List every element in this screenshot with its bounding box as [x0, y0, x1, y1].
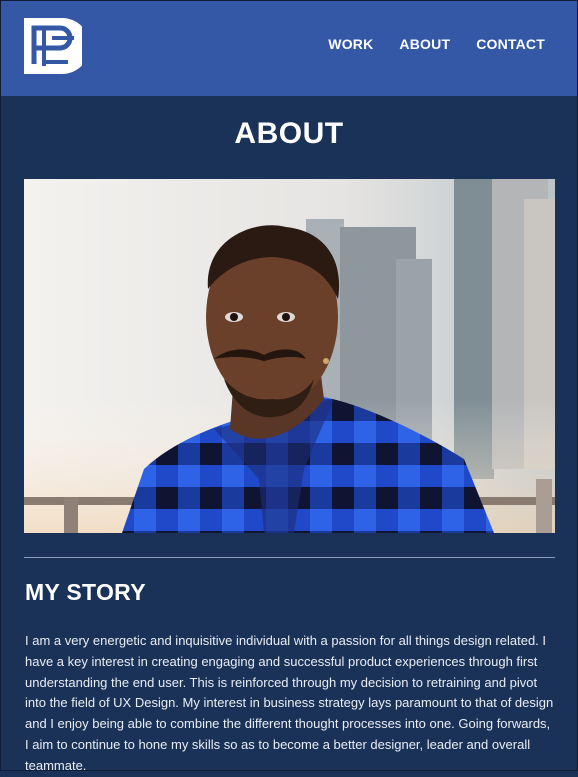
- nav-contact-link[interactable]: CONTACT: [476, 36, 545, 52]
- nav-about-link[interactable]: ABOUT: [399, 36, 450, 52]
- section-divider: [24, 557, 555, 558]
- section-title: MY STORY: [25, 579, 146, 605]
- main-nav: WORK ABOUT CONTACT: [328, 36, 545, 52]
- profile-photo: [24, 179, 555, 533]
- site-header: WORK ABOUT CONTACT: [1, 1, 577, 96]
- nav-work-link[interactable]: WORK: [328, 36, 373, 52]
- logo-icon[interactable]: [22, 16, 90, 76]
- page-title: ABOUT: [234, 117, 344, 150]
- story-paragraph: I am a very energetic and inquisitive in…: [25, 633, 554, 773]
